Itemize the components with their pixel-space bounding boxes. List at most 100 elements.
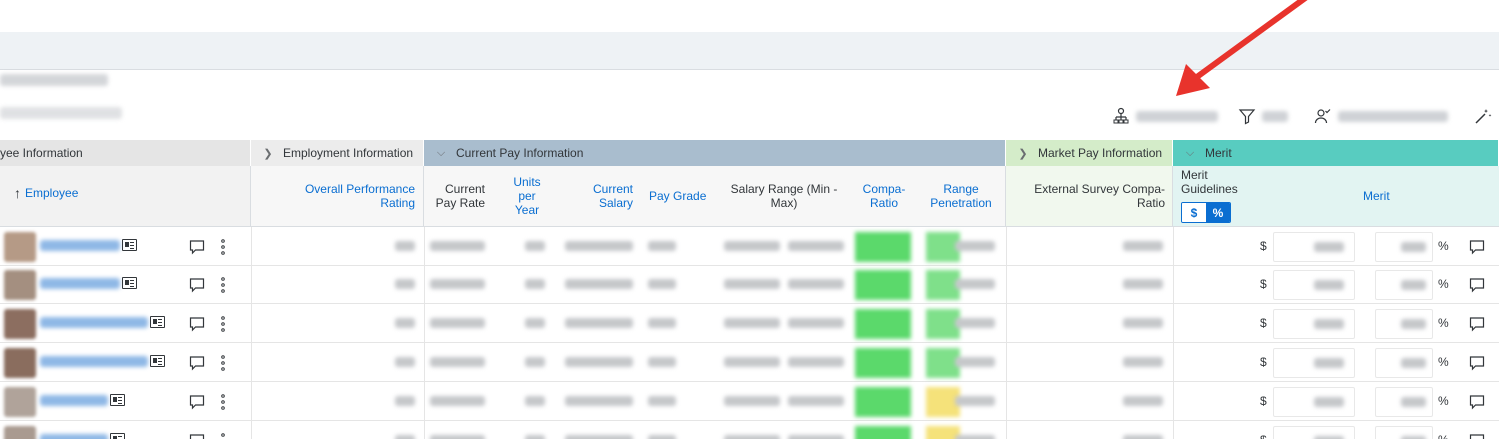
merit-amount-input[interactable] bbox=[1273, 387, 1355, 417]
column-external-survey: External Survey Compa- Ratio bbox=[1010, 182, 1165, 210]
more-options-icon[interactable] bbox=[219, 277, 227, 293]
group-merit[interactable]: ⌵ Merit bbox=[1173, 140, 1499, 166]
avatar bbox=[4, 387, 36, 417]
employee-name-link[interactable] bbox=[40, 317, 148, 328]
column-merit-guidelines: Merit Guidelines bbox=[1181, 168, 1238, 196]
column-compa-ratio[interactable]: Compa- Ratio bbox=[856, 182, 912, 210]
profile-card-icon[interactable] bbox=[110, 394, 125, 406]
toggle-percent-button[interactable]: % bbox=[1206, 203, 1230, 222]
blurred-value bbox=[395, 279, 415, 289]
magic-wand-icon bbox=[1474, 107, 1492, 125]
comment-icon[interactable] bbox=[189, 433, 205, 439]
profile-card-icon[interactable] bbox=[150, 316, 165, 328]
blurred-value bbox=[648, 241, 676, 251]
merit-percent-input[interactable] bbox=[1375, 270, 1433, 300]
blurred-value bbox=[1123, 318, 1163, 328]
cell-divider bbox=[251, 265, 252, 304]
column-range-penetration-line2: Penetration bbox=[930, 196, 992, 210]
comment-icon[interactable] bbox=[189, 355, 205, 371]
hierarchy-icon bbox=[1112, 107, 1130, 125]
cell-divider bbox=[1173, 343, 1174, 382]
avatar bbox=[4, 426, 36, 439]
toggle-dollar-button[interactable]: $ bbox=[1182, 203, 1206, 222]
column-salary-range: Salary Range (Min - Max) bbox=[724, 182, 844, 210]
group-employment-label: Employment Information bbox=[283, 146, 414, 160]
comment-icon[interactable] bbox=[189, 394, 205, 410]
comment-icon[interactable] bbox=[1469, 394, 1485, 410]
employee-name-link[interactable] bbox=[40, 240, 120, 251]
more-options-icon[interactable] bbox=[219, 394, 227, 410]
blurred-value bbox=[788, 241, 844, 251]
table-row: $% bbox=[0, 265, 1499, 304]
group-employee-info[interactable]: yee Information bbox=[0, 140, 251, 166]
blurred-value bbox=[430, 435, 485, 439]
merit-percent-input[interactable] bbox=[1375, 348, 1433, 378]
blurred-value bbox=[565, 396, 633, 406]
merit-percent-input[interactable] bbox=[1375, 232, 1433, 262]
blurred-value bbox=[430, 357, 485, 367]
merit-amount-input[interactable] bbox=[1273, 426, 1355, 439]
merit-percent-input[interactable] bbox=[1375, 426, 1433, 439]
group-employee-label: yee Information bbox=[0, 146, 83, 160]
blurred-value bbox=[724, 435, 780, 439]
avatar bbox=[4, 309, 36, 339]
hierarchy-label bbox=[1136, 110, 1218, 122]
more-options-icon[interactable] bbox=[219, 355, 227, 371]
evaluate-button[interactable] bbox=[1314, 104, 1448, 128]
merit-amount-input[interactable] bbox=[1273, 270, 1355, 300]
profile-card-icon[interactable] bbox=[150, 355, 165, 367]
group-market-pay[interactable]: ❯ Market Pay Information bbox=[1006, 140, 1173, 166]
sort-ascending-icon: ↑ bbox=[14, 185, 21, 201]
comment-icon[interactable] bbox=[189, 239, 205, 255]
cell-divider bbox=[1173, 421, 1174, 439]
blurred-value bbox=[1401, 358, 1426, 368]
column-pay-grade[interactable]: Pay Grade bbox=[649, 189, 706, 203]
more-options-icon[interactable] bbox=[219, 239, 227, 255]
chevron-down-icon: ⌵ bbox=[1185, 146, 1195, 159]
merit-amount-input[interactable] bbox=[1273, 348, 1355, 378]
magic-button[interactable] bbox=[1474, 104, 1492, 128]
employee-name-link[interactable] bbox=[40, 434, 108, 439]
more-options-icon[interactable] bbox=[219, 433, 227, 439]
more-options-icon[interactable] bbox=[219, 316, 227, 332]
comment-icon[interactable] bbox=[1469, 277, 1485, 293]
comment-icon[interactable] bbox=[189, 277, 205, 293]
merit-amount-input[interactable] bbox=[1273, 232, 1355, 262]
cell-divider bbox=[424, 421, 425, 439]
column-current-salary[interactable]: Current Salary bbox=[578, 182, 633, 210]
blurred-value bbox=[430, 241, 485, 251]
comment-icon[interactable] bbox=[1469, 239, 1485, 255]
comment-icon[interactable] bbox=[1469, 355, 1485, 371]
cell-divider bbox=[1006, 421, 1007, 439]
blurred-value bbox=[1314, 358, 1344, 368]
group-current-pay[interactable]: ⌵ Current Pay Information bbox=[424, 140, 1006, 166]
column-external-survey-line1: External Survey Compa- bbox=[1034, 182, 1165, 196]
annotation-arrow-icon bbox=[1176, 0, 1308, 96]
profile-card-icon[interactable] bbox=[110, 433, 125, 439]
merit-amount-input[interactable] bbox=[1273, 309, 1355, 339]
group-employment-info[interactable]: ❯ Employment Information bbox=[251, 140, 424, 166]
blurred-value bbox=[648, 396, 676, 406]
column-compa-ratio-line2: Ratio bbox=[869, 196, 898, 210]
merit-percent-input[interactable] bbox=[1375, 309, 1433, 339]
comment-icon[interactable] bbox=[189, 316, 205, 332]
profile-card-icon[interactable] bbox=[122, 239, 137, 251]
comment-icon[interactable] bbox=[1469, 433, 1485, 439]
comment-icon[interactable] bbox=[1469, 316, 1485, 332]
blurred-value bbox=[1123, 241, 1163, 251]
table-row: $% bbox=[0, 227, 1499, 266]
column-merit[interactable]: Merit bbox=[1363, 189, 1390, 203]
merit-percent-input[interactable] bbox=[1375, 387, 1433, 417]
profile-card-icon[interactable] bbox=[122, 277, 137, 289]
column-units-per-year[interactable]: Units per Year bbox=[506, 175, 548, 217]
employee-name-link[interactable] bbox=[40, 395, 108, 406]
column-employee[interactable]: ↑ Employee bbox=[14, 186, 78, 200]
column-overall-rating[interactable]: Overall Performance Rating bbox=[284, 182, 415, 210]
column-range-penetration[interactable]: Range Penetration bbox=[922, 182, 1000, 210]
employee-name-link[interactable] bbox=[40, 278, 120, 289]
percent-label: % bbox=[1438, 239, 1449, 253]
blurred-value bbox=[395, 318, 415, 328]
column-external-survey-line2: Ratio bbox=[1136, 196, 1165, 210]
merit-unit-toggle[interactable]: $ % bbox=[1181, 202, 1231, 223]
employee-name-link[interactable] bbox=[40, 356, 148, 367]
